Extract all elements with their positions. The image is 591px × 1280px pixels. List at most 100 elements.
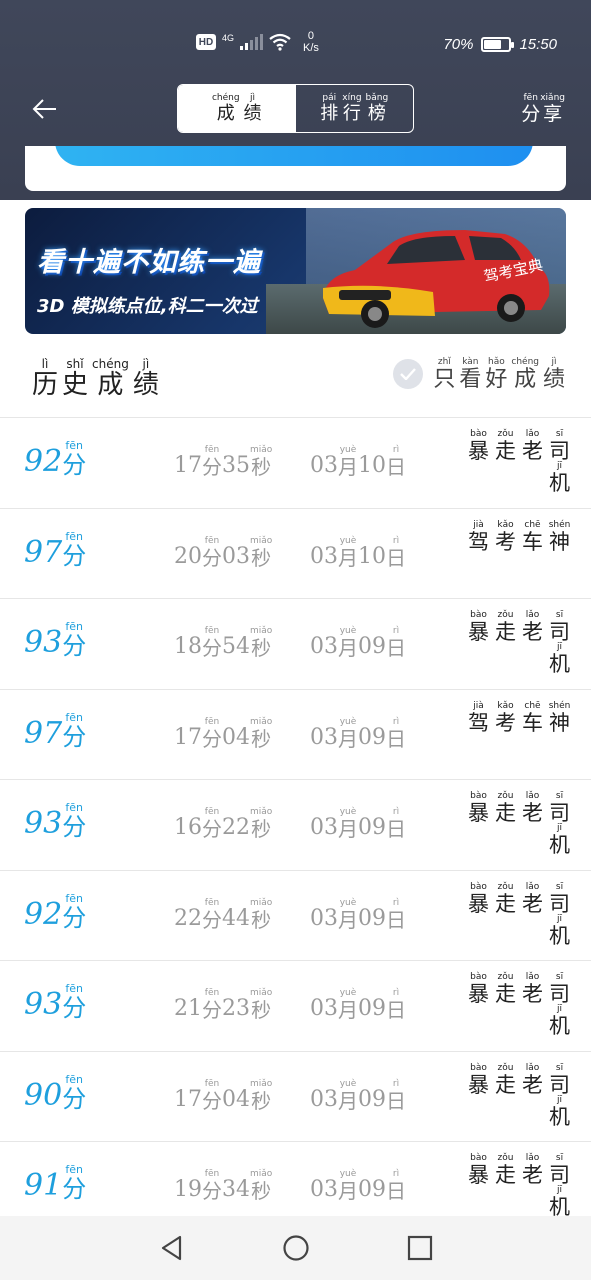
duration-minutes: 21 — [174, 996, 202, 1021]
history-title-char: lì 历 — [32, 357, 59, 400]
date-day: 09 — [358, 905, 386, 931]
status-bar: HD 4G 0 K/s 70% 15:50 — [0, 0, 591, 72]
share-button[interactable]: fēn 分 xiǎng 享 — [521, 94, 565, 124]
promo-banner[interactable]: 看十遍不如练一遍 3D 模拟练点位,科二一次过 驾考宝典 — [25, 208, 566, 334]
rank-title: bào 暴 zǒu 走 lǎo 老 sī 司 jī 机 — [450, 430, 570, 494]
score-value: 91 — [24, 1168, 63, 1203]
minute-unit: fēn 分 — [202, 535, 222, 570]
tab-leaderboard[interactable]: pái 排 xíng 行 bǎng 榜 — [296, 85, 414, 132]
nav-back-icon[interactable] — [158, 1234, 186, 1262]
date-day: 09 — [358, 996, 386, 1021]
score-value: 93 — [24, 625, 63, 660]
score-value: 97 — [24, 715, 63, 751]
month-unit: yuè 月 — [338, 445, 358, 479]
rank-title-char: jī 机 — [549, 642, 570, 676]
minute-unit: fēn 分 — [202, 807, 222, 841]
duration: 21 fēn 分 23 miǎo 秒 — [174, 988, 272, 1022]
list-item[interactable]: 97 fēn 分 17 fēn 分 04 miǎo 秒 03 yuè 月 09 rì 日 jià 驾 kǎo 考 ch… — [0, 688, 591, 780]
arrow-left-icon — [32, 99, 56, 119]
list-item[interactable]: 90 fēn 分 17 fēn 分 04 miǎo 秒 03 yuè 月 09 rì 日 bào 暴 zǒu 走 lǎ… — [0, 1050, 591, 1142]
date-month: 03 — [310, 905, 338, 931]
duration: 22 fēn 分 44 miǎo 秒 — [174, 898, 272, 931]
filter-label-char: jì 绩 — [542, 357, 565, 392]
date: 03 yuè 月 09 rì 日 — [310, 627, 406, 659]
duration-minutes: 17 — [174, 453, 202, 478]
date-day: 09 — [358, 1086, 386, 1112]
day-unit: rì 日 — [386, 988, 406, 1022]
date-day: 09 — [358, 724, 386, 750]
rank-title-char: lǎo 老 — [522, 610, 543, 644]
rank-title: jià 驾 kǎo 考 chē 车 shén 神 — [450, 519, 571, 554]
wifi-icon — [269, 33, 291, 51]
month-unit: yuè 月 — [338, 535, 358, 570]
rank-title-char: shén 神 — [548, 519, 571, 554]
score: 91 fēn 分 — [24, 1164, 86, 1201]
duration-minutes: 17 — [174, 1086, 202, 1112]
rank-title-char: zǒu 走 — [495, 972, 516, 1006]
duration-seconds: 22 — [222, 815, 250, 840]
score-unit: fēn 分 — [62, 891, 87, 932]
good-scores-filter[interactable]: zhǐ 只 kàn 看 hǎo 好 chéng 成 jì 绩 — [393, 358, 565, 391]
nav-recents-icon[interactable] — [406, 1234, 434, 1262]
check-circle-icon[interactable] — [393, 359, 424, 389]
nav-home-icon[interactable] — [282, 1234, 310, 1262]
net-speed: 0 K/s — [303, 30, 319, 54]
date: 03 yuè 月 09 rì 日 — [310, 717, 406, 750]
duration-seconds: 44 — [222, 905, 250, 931]
list-item[interactable]: 92 fēn 分 22 fēn 分 44 miǎo 秒 03 yuè 月 09 rì 日 bào 暴 zǒu 走 lǎ… — [0, 869, 591, 961]
history-list: 92 fēn 分 17 fēn 分 35 miǎo 秒 03 yuè 月 10 rì 日 bào 暴 zǒu 走 lǎ… — [0, 417, 591, 1232]
score-value: 93 — [24, 806, 63, 841]
rank-title-char: jià 驾 — [468, 519, 489, 554]
score: 93 fēn 分 — [24, 802, 86, 839]
top-card — [25, 146, 566, 191]
day-unit: rì 日 — [386, 535, 406, 570]
segmented-tabs: chéng 成 jì 绩 pái 排 xíng 行 bǎng 榜 — [177, 84, 414, 133]
rank-title-char: bào 暴 — [468, 791, 489, 825]
list-item[interactable]: 93 fēn 分 21 fēn 分 23 miǎo 秒 03 yuè 月 09 rì 日 bào 暴 zǒu 走 lǎ… — [0, 960, 591, 1051]
date-day: 09 — [358, 634, 386, 659]
rank-title-char: jī 机 — [549, 913, 570, 948]
hd-badge: HD — [196, 34, 216, 50]
card-action-button[interactable] — [55, 146, 533, 166]
score-value: 93 — [24, 987, 63, 1022]
tab-score[interactable]: chéng 成 jì 绩 — [178, 85, 296, 132]
tab-label-char: pái 排 — [320, 93, 339, 124]
rank-title-char: jī 机 — [549, 1004, 570, 1038]
score-unit: fēn 分 — [62, 982, 87, 1022]
date-day: 09 — [358, 815, 386, 840]
rank-title-char: bào 暴 — [468, 429, 489, 463]
score-unit: fēn 分 — [62, 1163, 87, 1203]
rank-title-char: lǎo 老 — [522, 429, 543, 463]
clock: 15:50 — [519, 36, 557, 53]
second-unit: miǎo 秒 — [250, 535, 273, 570]
second-unit: miǎo 秒 — [250, 445, 273, 479]
list-item[interactable]: 92 fēn 分 17 fēn 分 35 miǎo 秒 03 yuè 月 10 rì 日 bào 暴 zǒu 走 lǎ… — [0, 417, 591, 508]
duration-minutes: 22 — [174, 905, 202, 931]
duration-minutes: 18 — [174, 634, 202, 659]
list-item[interactable]: 93 fēn 分 16 fēn 分 22 miǎo 秒 03 yuè 月 09 rì 日 bào 暴 zǒu 走 lǎ… — [0, 779, 591, 870]
second-unit: miǎo 秒 — [250, 1169, 273, 1203]
rank-title-char: shén 神 — [548, 700, 571, 735]
minute-unit: fēn 分 — [202, 988, 222, 1022]
share-label-char: xiǎng 享 — [540, 93, 565, 125]
score: 97 fēn 分 — [24, 531, 86, 568]
duration-seconds: 04 — [222, 724, 250, 750]
score-value: 92 — [24, 444, 63, 479]
tab-label-char: xíng 行 — [342, 93, 362, 124]
rank-title-char: kǎo 考 — [495, 519, 516, 554]
list-item[interactable]: 97 fēn 分 20 fēn 分 03 miǎo 秒 03 yuè 月 10 rì 日 jià 驾 kǎo 考 ch… — [0, 507, 591, 599]
back-button[interactable] — [30, 94, 60, 124]
duration-minutes: 17 — [174, 724, 202, 750]
car-image: 驾考宝典 — [323, 230, 550, 328]
rank-title-char: zǒu 走 — [495, 1153, 516, 1187]
banner-headline: 看十遍不如练一遍 — [37, 247, 261, 278]
duration-seconds: 23 — [222, 996, 250, 1021]
date: 03 yuè 月 09 rì 日 — [310, 898, 406, 931]
duration-minutes: 19 — [174, 1177, 202, 1202]
date: 03 yuè 月 10 rì 日 — [310, 535, 406, 570]
date-month: 03 — [310, 634, 338, 659]
date-day: 09 — [358, 1177, 386, 1202]
rank-title-char: chē 车 — [522, 700, 543, 735]
list-item[interactable]: 93 fēn 分 18 fēn 分 54 miǎo 秒 03 yuè 月 09 rì 日 bào 暴 zǒu 走 lǎ… — [0, 598, 591, 689]
date: 03 yuè 月 09 rì 日 — [310, 1170, 406, 1202]
